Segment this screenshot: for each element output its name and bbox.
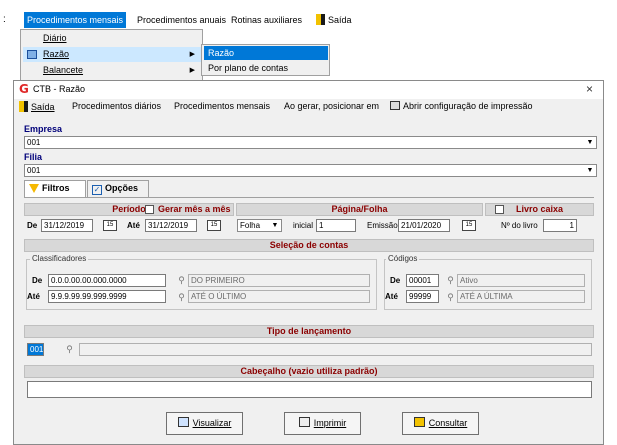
ctb-razao-window: G CTB - Razão × Saída Procedimentos diár… — [13, 80, 604, 445]
calendar-icon[interactable]: 15 — [207, 220, 221, 231]
empresa-label: Empresa — [24, 124, 63, 134]
periodo-to-label: Até — [127, 221, 140, 230]
main-menubar: : Procedimentos mensais Procedimentos an… — [0, 11, 617, 29]
visualizar-button[interactable]: Visualizar — [166, 412, 243, 435]
printer-icon — [390, 101, 400, 110]
printer-icon — [298, 417, 310, 427]
codes-from-label: De — [390, 276, 401, 285]
periodo-to-input[interactable]: 31/12/2019 — [145, 219, 197, 232]
menu-procedimentos-anuais[interactable]: Procedimentos anuais — [134, 12, 229, 28]
pagina-header: Página/Folha — [236, 203, 483, 216]
menu-rotinas-auxiliares[interactable]: Rotinas auxiliares — [228, 12, 305, 28]
cabecalho-header: Cabeçalho (vazio utiliza padrão) — [24, 365, 594, 378]
toolbar-on-generate-menu[interactable]: Ao gerar, posicionar em — [284, 101, 379, 111]
submenu-item-plano-contas[interactable]: Por plano de contas — [204, 61, 328, 75]
toolbar-exit-button[interactable]: Saída — [19, 101, 55, 112]
num-livro-input[interactable]: 1 — [543, 219, 577, 232]
inicial-input[interactable]: 1 — [316, 219, 356, 232]
chevron-down-icon: ▼ — [271, 222, 279, 229]
binoculars-icon[interactable]: ⚲ — [64, 344, 75, 355]
gerar-mes-label: Gerar mês a mês — [158, 204, 231, 214]
classif-to-label: Até — [27, 292, 40, 301]
menu-procedimentos-mensais[interactable]: Procedimentos mensais — [24, 12, 127, 28]
codes-to-desc: ATÉ A ÚLTIMA — [457, 290, 585, 303]
tab-opcoes[interactable]: ✓ Opções — [87, 180, 149, 197]
close-icon[interactable]: × — [586, 82, 593, 96]
exit-icon — [19, 101, 28, 112]
calendar-icon[interactable]: 15 — [462, 220, 476, 231]
menu-saida[interactable]: Saída — [313, 12, 355, 28]
exit-icon — [316, 14, 325, 25]
toolbar-print-config-button[interactable]: Abrir configuração de impressão — [390, 101, 533, 111]
filter-icon — [29, 184, 39, 193]
tipo-lancamento-header: Tipo de lançamento — [24, 325, 594, 338]
toolbar-daily-menu[interactable]: Procedimentos diários — [72, 101, 161, 111]
cabecalho-input[interactable] — [27, 381, 592, 398]
classif-from-input[interactable]: 0.0.0.00.00.000.0000 — [48, 274, 166, 287]
filial-select[interactable]: 001 ▼ — [24, 164, 597, 177]
binoculars-icon[interactable]: ⚲ — [176, 292, 187, 303]
chevron-down-icon: ▼ — [586, 167, 594, 174]
classif-from-label: De — [32, 276, 43, 285]
tipo-lancamento-input[interactable]: 001 — [27, 343, 44, 356]
livro-caixa-checkbox[interactable] — [495, 205, 504, 214]
emissao-label: Emissão — [367, 221, 398, 230]
window-titlebar: G CTB - Razão × — [14, 81, 603, 99]
periodo-from-label: De — [27, 221, 38, 230]
codes-from-desc: Ativo — [457, 274, 585, 287]
codigos-legend: Códigos — [386, 254, 420, 263]
tab-filtros[interactable]: Filtros — [24, 180, 86, 198]
ledger-icon — [27, 50, 37, 59]
imprimir-button[interactable]: Imprimir — [284, 412, 361, 435]
binoculars-icon[interactable]: ⚲ — [176, 275, 187, 286]
tipo-lancamento-desc — [79, 343, 592, 356]
check-icon: ✓ — [92, 185, 102, 195]
classif-to-input[interactable]: 9.9.9.99.99.999.9999 — [48, 290, 166, 303]
codes-from-input[interactable]: 00001 — [406, 274, 439, 287]
monitor-icon — [177, 417, 189, 427]
toolbar-monthly-menu[interactable]: Procedimentos mensais — [174, 101, 270, 111]
chevron-down-icon: ▼ — [586, 139, 594, 146]
menubar-grip: : — [3, 14, 6, 25]
classif-to-desc: ATÉ O ÚLTIMO — [188, 290, 370, 303]
folha-select[interactable]: Folha ▼ — [237, 219, 282, 232]
classif-from-desc: DO PRIMEIRO — [188, 274, 370, 287]
document-search-icon — [413, 417, 425, 427]
calendar-icon[interactable]: 15 — [103, 220, 117, 231]
inicial-label: inicial — [293, 221, 314, 230]
chevron-right-icon: ▶ — [189, 51, 195, 58]
selecao-contas-header: Seleção de contas — [24, 239, 594, 252]
submenu-item-razao[interactable]: Razão — [204, 46, 328, 60]
dropdown-item-balancete[interactable]: Balancete ▶ — [23, 63, 201, 78]
filters-panel: Período Gerar mês a mês De 31/12/2019 15… — [24, 197, 594, 440]
dropdown-item-diario[interactable]: Diário — [23, 31, 201, 46]
chevron-right-icon: ▶ — [189, 67, 195, 74]
num-livro-label: Nº do livro — [501, 221, 538, 230]
classificadores-legend: Classificadores — [30, 254, 89, 263]
window-title: CTB - Razão — [33, 84, 86, 94]
submenu: Razão Por plano de contas — [201, 44, 330, 76]
binoculars-icon[interactable]: ⚲ — [445, 292, 456, 303]
codes-to-input[interactable]: 99999 — [406, 290, 439, 303]
gerar-mes-checkbox[interactable] — [145, 205, 154, 214]
codes-to-label: Até — [385, 292, 398, 301]
binoculars-icon[interactable]: ⚲ — [445, 275, 456, 286]
dropdown-menu: Diário Razão ▶ Balancete ▶ — [20, 29, 203, 81]
consultar-button[interactable]: Consultar — [402, 412, 479, 435]
periodo-from-input[interactable]: 31/12/2019 — [41, 219, 93, 232]
dropdown-item-razao[interactable]: Razão ▶ — [23, 47, 201, 62]
app-logo-icon: G — [19, 82, 29, 96]
emissao-input[interactable]: 21/01/2020 — [398, 219, 450, 232]
empresa-select[interactable]: 001 ▼ — [24, 136, 597, 149]
window-toolbar: Saída Procedimentos diários Procedimento… — [14, 100, 603, 115]
filial-label: Filia — [24, 152, 43, 162]
